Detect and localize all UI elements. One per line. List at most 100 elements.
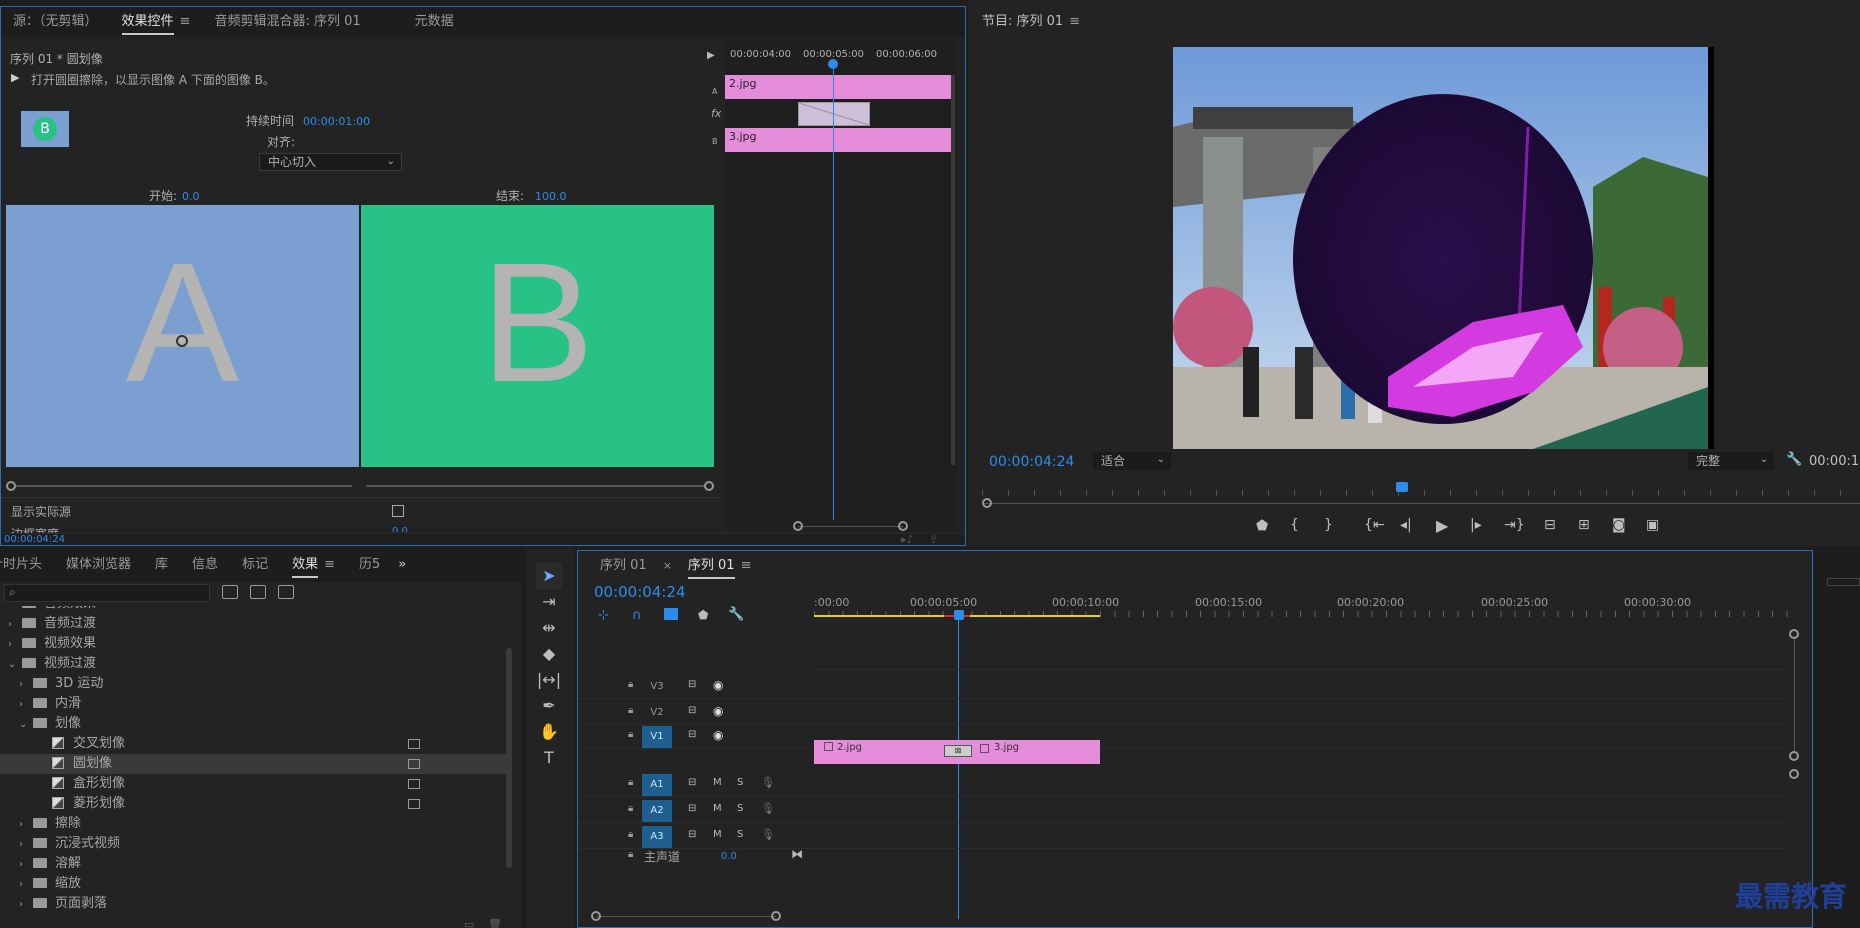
sync-lock-icon[interactable]: ⊟ xyxy=(688,679,696,690)
track-target-label[interactable]: V1 xyxy=(642,726,672,748)
chevron-right-icon[interactable]: › xyxy=(19,855,33,875)
effect-folder[interactable]: › 缩放 xyxy=(0,874,508,894)
tab-media-browser[interactable]: 媒体浏览器 xyxy=(54,548,143,582)
step-back-icon[interactable]: ◂| xyxy=(1400,517,1412,533)
pen-tool-icon[interactable]: ✒ xyxy=(536,693,562,719)
chevron-right-icon[interactable]: › xyxy=(19,815,33,835)
ripple-edit-tool-icon[interactable]: ⇹ xyxy=(536,615,562,641)
effect-item[interactable]: 交叉划像 xyxy=(0,734,508,754)
nest-icon[interactable] xyxy=(664,608,678,620)
razor-tool-icon[interactable]: ◆ xyxy=(536,641,562,667)
tab-history[interactable]: 历5 xyxy=(347,548,392,582)
effect-folder[interactable]: › 页面剥落 xyxy=(0,894,508,912)
effect-item[interactable]: 盒形划像 xyxy=(0,774,508,794)
tab-effects[interactable]: 效果 ≡ xyxy=(280,548,347,582)
delete-icon[interactable]: 🗑 xyxy=(488,918,502,928)
chevron-right-icon[interactable]: › xyxy=(19,835,33,855)
mark-out-icon[interactable]: } xyxy=(1324,517,1333,533)
tab-markers[interactable]: 标记 xyxy=(230,548,280,582)
timeline-menu-icon[interactable]: ≡ xyxy=(741,558,752,573)
sync-lock-icon[interactable]: ⊟ xyxy=(688,803,696,814)
selection-tool-icon[interactable]: ➤ xyxy=(536,563,562,589)
end-value[interactable]: 100.0 xyxy=(535,190,567,203)
eye-icon[interactable]: ◉ xyxy=(713,678,723,692)
comparison-view-icon[interactable]: ▣ xyxy=(1646,517,1659,533)
tab-effect-controls[interactable]: 效果控件 ≡ xyxy=(110,7,203,37)
lift-icon[interactable]: ⊟ xyxy=(1544,517,1556,533)
32bit-effects-icon[interactable] xyxy=(250,585,266,599)
track-lock-icon[interactable]: 🔒︎ xyxy=(628,705,633,716)
chevron-right-icon[interactable]: › xyxy=(19,895,33,912)
sync-lock-icon[interactable]: ⊟ xyxy=(688,729,696,740)
effects-search[interactable]: ⌕ xyxy=(4,584,210,602)
timeline-hscroll-left[interactable] xyxy=(591,911,601,921)
sync-lock-icon[interactable]: ⊟ xyxy=(688,829,696,840)
program-menu-icon[interactable]: ≡ xyxy=(1069,14,1080,29)
track-select-tool-icon[interactable]: ⇥ xyxy=(536,589,562,615)
microphone-icon[interactable]: 🎙︎ xyxy=(761,802,775,815)
timeline-vscroll-top[interactable] xyxy=(1789,629,1799,639)
effect-folder[interactable]: › 3D 运动 xyxy=(0,674,508,694)
snap-icon[interactable]: ⊹ xyxy=(598,608,609,623)
linked-selection-icon[interactable]: ∩ xyxy=(632,608,642,623)
chevron-right-icon[interactable]: › xyxy=(19,675,33,695)
timeline-vscroll-audio[interactable] xyxy=(1789,769,1799,779)
marker-icon[interactable]: ⬟ xyxy=(698,608,708,622)
tab-sequence-1[interactable]: 序列 01 xyxy=(588,551,659,581)
effect-folder[interactable]: › 音频过渡 xyxy=(0,614,508,634)
timeline-settings-icon[interactable]: 🔧 xyxy=(728,607,744,622)
effect-folder[interactable]: ⌄ 划像 xyxy=(0,714,508,734)
start-slider[interactable] xyxy=(6,481,352,491)
mini-clip-b[interactable]: 3.jpg xyxy=(725,128,951,152)
tab-libraries[interactable]: 库 xyxy=(143,548,180,582)
start-slider-handle[interactable] xyxy=(6,481,16,491)
effect-folder[interactable]: › 溶解 xyxy=(0,854,508,874)
mini-hscroll-right[interactable] xyxy=(898,521,908,531)
eye-icon[interactable]: ◉ xyxy=(713,704,723,718)
mark-in-icon[interactable]: { xyxy=(1290,517,1299,533)
border-width-value[interactable]: 0.0 xyxy=(392,526,408,532)
effect-folder[interactable]: › 沉浸式视频 xyxy=(0,834,508,854)
track-lock-icon[interactable]: 🔒︎ xyxy=(628,829,633,840)
more-tabs-icon[interactable]: » xyxy=(392,548,412,582)
timeline-hscroll-right[interactable] xyxy=(771,911,781,921)
tab-source[interactable]: 源：（无剪辑） xyxy=(1,7,110,37)
solo-button[interactable]: S xyxy=(737,803,743,814)
master-jump-icon[interactable]: ⧓ xyxy=(791,847,803,861)
type-tool-icon[interactable]: T xyxy=(536,745,562,771)
add-marker-icon[interactable]: ⬟ xyxy=(1256,518,1268,534)
effect-item[interactable]: 圆划像 xyxy=(0,754,508,774)
start-value[interactable]: 0.0 xyxy=(182,190,200,203)
microphone-icon[interactable]: 🎙︎ xyxy=(761,776,775,789)
mute-button[interactable]: M xyxy=(713,803,722,814)
chevron-right-icon[interactable]: › xyxy=(8,615,22,635)
track-target-label[interactable]: V3 xyxy=(642,676,672,698)
quality-select[interactable]: 完整 ⌄ xyxy=(1688,452,1774,470)
chevron-down-icon[interactable]: ⌄ xyxy=(19,715,33,735)
track-lock-icon[interactable]: 🔒︎ xyxy=(628,777,633,788)
timeline-vscroll-mid[interactable] xyxy=(1789,751,1799,761)
chevron-down-icon[interactable]: ⌄ xyxy=(8,655,22,675)
effect-folder[interactable]: ›音频效果 xyxy=(0,606,508,614)
chevron-right-icon[interactable]: › xyxy=(8,635,22,655)
effect-folder[interactable]: › 擦除 xyxy=(0,814,508,834)
effects-menu-icon[interactable]: ≡ xyxy=(324,557,335,572)
timeline-playhead-handle[interactable] xyxy=(954,610,964,620)
play-icon[interactable]: ▶ xyxy=(1436,516,1448,535)
mute-button[interactable]: M xyxy=(713,777,722,788)
chevron-right-icon[interactable]: › xyxy=(19,695,33,715)
track-lock-icon[interactable]: 🔒︎ xyxy=(628,803,633,814)
align-select[interactable]: 中心切入 ⌄ xyxy=(259,153,402,171)
solo-button[interactable]: S xyxy=(737,777,743,788)
collapse-arrow-icon[interactable]: ▶ xyxy=(707,50,715,61)
mini-transition-clip[interactable] xyxy=(798,102,870,126)
track-lock-icon[interactable]: 🔒︎ xyxy=(628,729,633,740)
effect-folder[interactable]: ⌄ 视频过渡 xyxy=(0,654,508,674)
yuv-effects-icon[interactable] xyxy=(278,585,294,599)
program-zoom-handle[interactable] xyxy=(982,498,992,508)
go-to-out-icon[interactable]: ⇥} xyxy=(1504,517,1525,533)
end-slider-handle[interactable] xyxy=(704,481,714,491)
center-handle-icon[interactable] xyxy=(176,335,188,347)
mini-clip-a[interactable]: 2.jpg xyxy=(725,75,951,99)
sync-lock-icon[interactable]: ⊟ xyxy=(688,777,696,788)
